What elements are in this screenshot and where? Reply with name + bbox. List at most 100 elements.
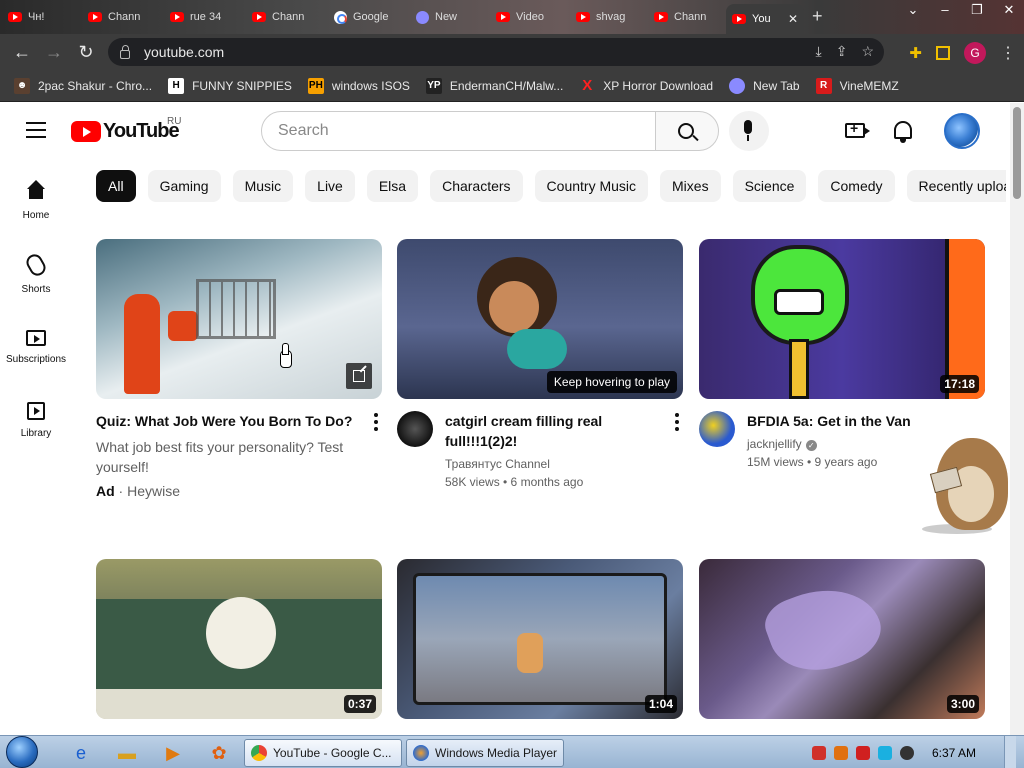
- account-avatar[interactable]: [944, 113, 980, 149]
- browser-tab[interactable]: Chann: [648, 4, 726, 30]
- video-thumbnail[interactable]: 17:18: [699, 239, 985, 399]
- browser-tab[interactable]: Chann: [82, 4, 160, 30]
- scrollbar-thumb[interactable]: [1013, 107, 1021, 199]
- explorer-folder-icon[interactable]: ▬: [114, 740, 140, 766]
- chip-live[interactable]: Live: [305, 170, 355, 202]
- youtube-favicon-icon: [8, 12, 22, 22]
- new-tab-icon[interactable]: +: [812, 6, 823, 27]
- chip-characters[interactable]: Characters: [430, 170, 523, 202]
- chip-science[interactable]: Science: [732, 170, 807, 202]
- rail-item-library[interactable]: Library: [0, 402, 72, 439]
- video-card[interactable]: 3:00: [699, 559, 985, 719]
- taskbar-clock[interactable]: 6:37 AM: [932, 746, 976, 760]
- chip-gaming[interactable]: Gaming: [147, 170, 221, 202]
- browser-tab[interactable]: Video: [490, 4, 568, 30]
- chip-recently-uploaded[interactable]: Recently uploaded: [906, 170, 1006, 202]
- browser-tab[interactable]: Google: [328, 4, 406, 30]
- address-bar[interactable]: youtube.com ⤓ ⇪ ☆: [108, 38, 884, 66]
- back-arrow-icon[interactable]: ←: [6, 42, 38, 63]
- tray-volume-icon[interactable]: [899, 745, 914, 760]
- address-url[interactable]: youtube.com: [144, 44, 224, 60]
- browser-tab[interactable]: Chann: [246, 4, 324, 30]
- lock-icon[interactable]: [120, 44, 130, 59]
- forward-arrow-icon[interactable]: →: [38, 42, 70, 63]
- paint-icon[interactable]: ✿: [206, 740, 232, 766]
- chip-elsa[interactable]: Elsa: [366, 170, 419, 202]
- video-thumbnail[interactable]: 0:37: [96, 559, 382, 719]
- chip-country-music[interactable]: Country Music: [534, 170, 649, 202]
- bookmark-star-icon[interactable]: ☆: [861, 43, 874, 60]
- channel-avatar[interactable]: [699, 411, 735, 447]
- video-menu-icon[interactable]: [374, 413, 378, 434]
- channel-name[interactable]: jacknjellify: [747, 437, 802, 451]
- search-button[interactable]: [655, 111, 719, 151]
- hamburger-menu-icon[interactable]: [26, 122, 46, 143]
- video-title[interactable]: BFDIA 5a: Get in the Van: [747, 411, 985, 431]
- video-thumbnail[interactable]: 1:04: [397, 559, 683, 719]
- browser-tab[interactable]: Чн!: [2, 4, 80, 30]
- share-icon[interactable]: ⇪: [836, 43, 848, 60]
- video-thumbnail[interactable]: [96, 239, 382, 399]
- external-link-icon[interactable]: [346, 363, 372, 389]
- bookmark-item[interactable]: X XP Horror Download: [579, 77, 713, 94]
- search-input[interactable]: Search: [261, 111, 656, 151]
- install-icon[interactable]: ⤓: [816, 43, 822, 60]
- browser-tab[interactable]: shvag: [570, 4, 648, 30]
- chip-mixes[interactable]: Mixes: [660, 170, 721, 202]
- rail-item-home[interactable]: Home: [0, 180, 72, 221]
- rail-label: Subscriptions: [5, 354, 67, 365]
- tray-v-icon[interactable]: [811, 745, 826, 760]
- create-video-icon[interactable]: [845, 120, 870, 138]
- channel-name[interactable]: Травянтус Channel: [445, 455, 683, 473]
- page-scrollbar[interactable]: [1010, 103, 1024, 735]
- bookmark-item[interactable]: YP EndermanCH/Malw...: [425, 77, 563, 94]
- microphone-icon[interactable]: [729, 111, 769, 151]
- video-card[interactable]: 0:37: [96, 559, 382, 719]
- video-card[interactable]: Keep hovering to play catgirl cream fill…: [397, 239, 683, 491]
- bookmark-item[interactable]: ☻ 2pac Shakur - Chro...: [14, 77, 152, 94]
- bookmark-item[interactable]: New Tab: [729, 77, 800, 94]
- rail-item-subscriptions[interactable]: Subscriptions: [0, 326, 72, 365]
- rail-item-shorts[interactable]: Shorts: [0, 251, 72, 295]
- notifications-bell-icon[interactable]: [894, 121, 912, 143]
- chevron-down-icon[interactable]: ⌄: [904, 2, 922, 18]
- chip-comedy[interactable]: Comedy: [818, 170, 895, 202]
- chip-music[interactable]: Music: [232, 170, 294, 202]
- show-desktop-button[interactable]: [1004, 736, 1016, 768]
- tray-flag-icon[interactable]: [855, 745, 870, 760]
- side-panel-icon[interactable]: [936, 46, 950, 60]
- close-window-icon[interactable]: ✕: [1000, 2, 1018, 18]
- profile-avatar[interactable]: G: [964, 42, 986, 64]
- video-title[interactable]: catgirl cream filling real full!!!1(2)2!: [445, 411, 683, 451]
- reload-icon[interactable]: ↻: [70, 42, 102, 63]
- restore-icon[interactable]: ❐: [968, 2, 986, 18]
- taskbar-window-media-player[interactable]: Windows Media Player: [406, 739, 564, 767]
- browser-tab[interactable]: New: [410, 4, 488, 30]
- video-thumbnail[interactable]: 3:00: [699, 559, 985, 719]
- tab-close-icon[interactable]: ✕: [788, 12, 798, 26]
- channel-avatar[interactable]: [397, 411, 433, 447]
- bookmark-item[interactable]: H FUNNY SNIPPIES: [168, 77, 292, 94]
- bookmark-item[interactable]: PH windows ISOS: [307, 77, 410, 94]
- media-center-icon[interactable]: ▶: [160, 740, 186, 766]
- video-thumbnail[interactable]: Keep hovering to play: [397, 239, 683, 399]
- youtube-logo[interactable]: YouTube RU: [71, 116, 181, 143]
- internet-explorer-icon[interactable]: e: [68, 740, 94, 766]
- chip-all[interactable]: All: [96, 170, 136, 202]
- bookmark-item[interactable]: R VineMEMZ: [815, 77, 899, 94]
- video-menu-icon[interactable]: [675, 413, 679, 434]
- start-button[interactable]: [6, 736, 44, 768]
- tray-search-icon[interactable]: [833, 745, 848, 760]
- video-card[interactable]: 1:04: [397, 559, 683, 719]
- tray-network-icon[interactable]: [877, 745, 892, 760]
- browser-menu-icon[interactable]: ⋮: [1000, 43, 1016, 63]
- minimize-icon[interactable]: –: [936, 2, 954, 18]
- video-card[interactable]: Quiz: What Job Were You Born To Do? What…: [96, 239, 382, 499]
- taskbar-window-chrome[interactable]: YouTube - Google C...: [244, 739, 402, 767]
- extensions-puzzle-icon[interactable]: ✚: [909, 44, 922, 62]
- browser-tab[interactable]: rue 34: [164, 4, 242, 30]
- advertiser-name[interactable]: Heywise: [127, 483, 180, 499]
- search-placeholder: Search: [278, 122, 329, 139]
- video-title[interactable]: Quiz: What Job Were You Born To Do?: [96, 411, 382, 431]
- browser-tab-active[interactable]: You ✕: [726, 4, 804, 34]
